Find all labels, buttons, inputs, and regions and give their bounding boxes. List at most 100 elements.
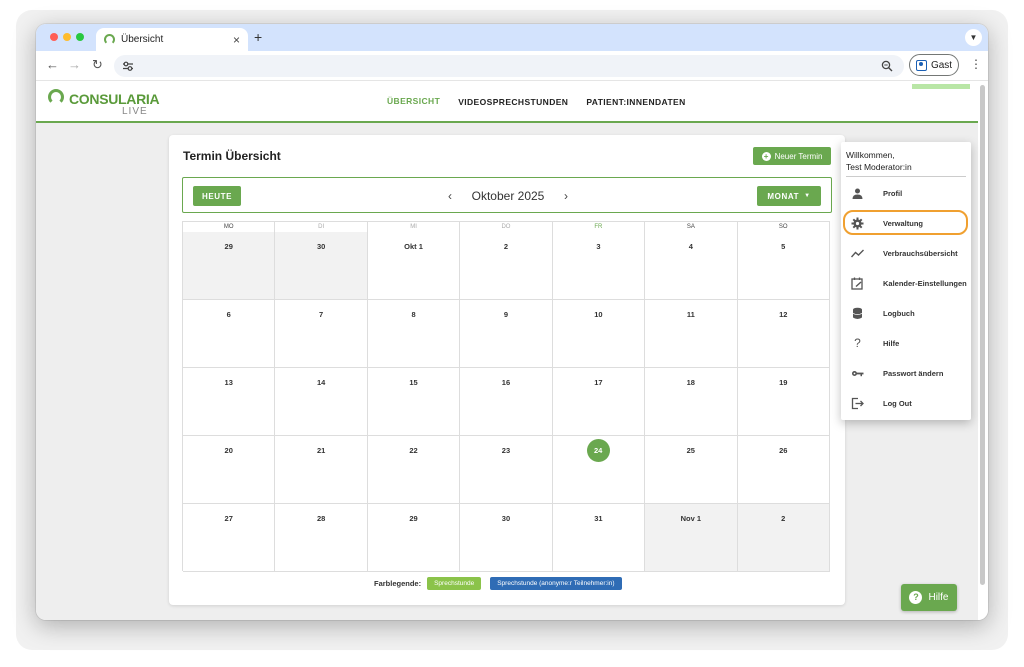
menu-item-profil[interactable]: Profil: [841, 178, 971, 208]
calendar-day-cell[interactable]: 18: [645, 368, 738, 436]
menu-item-logbuch[interactable]: Logbuch: [841, 298, 971, 328]
back-arrow-icon[interactable]: ←: [46, 57, 59, 72]
today-marker: 24: [586, 439, 610, 462]
key-icon: [852, 370, 864, 376]
calendar-day-cell[interactable]: 27: [183, 504, 276, 572]
calendar-day-cell-today[interactable]: 24: [552, 436, 646, 504]
view-select-label: MONAT: [767, 191, 800, 201]
user-menu-trigger[interactable]: [912, 84, 970, 89]
calendar-day-cell[interactable]: Nov 1: [645, 504, 738, 572]
menu-item-verwaltung[interactable]: Verwaltung: [841, 208, 971, 238]
calendar-day-cell[interactable]: 12: [737, 300, 830, 368]
legend-label: Farblegende:: [374, 579, 422, 588]
calendar-day-cell[interactable]: 29: [183, 232, 276, 300]
profile-label: Gast: [930, 59, 953, 71]
day-number: 2: [503, 242, 509, 251]
calendar-day-cell[interactable]: 4: [645, 232, 738, 300]
calendar-day-cell[interactable]: 19: [737, 368, 830, 436]
calendar-day-cell[interactable]: 9: [460, 300, 553, 368]
new-appointment-label: Neuer Termin: [774, 151, 823, 161]
page-title: Termin Übersicht: [183, 149, 281, 163]
today-button[interactable]: HEUTE: [193, 186, 241, 206]
calendar-day-cell[interactable]: 15: [367, 368, 461, 436]
calendar-day-cell[interactable]: 10: [552, 300, 646, 368]
calendar-day-cell[interactable]: 23: [460, 436, 553, 504]
calendar-day-cell[interactable]: 13: [183, 368, 276, 436]
month-navigation: ‹ Oktober 2025 ›: [448, 186, 568, 206]
menu-item-label: Passwort ändern: [883, 368, 944, 378]
menu-item-log-out[interactable]: Log Out: [841, 388, 971, 418]
calendar-day-cell[interactable]: 30: [275, 232, 368, 300]
menu-item-label: Profil: [883, 188, 903, 198]
welcome-text: Willkommen, Test Moderator:in: [846, 149, 912, 173]
calendar-day-cell[interactable]: 2: [737, 504, 830, 572]
day-number: 22: [409, 446, 418, 455]
browser-tab[interactable]: Übersicht ×: [96, 28, 248, 51]
next-month-icon[interactable]: ›: [564, 189, 568, 203]
weekday-header: MO DI MI DO FR SA SO: [183, 222, 830, 232]
consularia-logo[interactable]: CONSULARIA LIVE: [48, 87, 160, 119]
calendar-day-cell[interactable]: 16: [460, 368, 553, 436]
close-window-button[interactable]: [50, 33, 58, 41]
calendar-day-cell[interactable]: 26: [737, 436, 830, 504]
calendar-week: 13 14 15 16 17 18 19: [183, 368, 830, 436]
view-select-button[interactable]: MONAT ▼: [757, 186, 821, 206]
calendar-day-cell[interactable]: 17: [552, 368, 646, 436]
color-legend: Farblegende: Sprechstunde Sprechstunde (…: [374, 577, 622, 590]
calendar-day-cell[interactable]: 31: [552, 504, 646, 572]
reload-icon[interactable]: ↻: [92, 57, 103, 73]
calendar-day-cell[interactable]: 5: [737, 232, 830, 300]
menu-item-hilfe[interactable]: ? Hilfe: [841, 328, 971, 358]
calendar-day-cell[interactable]: 21: [275, 436, 368, 504]
tab-search-chevron-icon[interactable]: ▼: [965, 29, 982, 46]
calendar-day-cell[interactable]: 11: [645, 300, 738, 368]
forward-arrow-icon[interactable]: →: [68, 57, 81, 72]
calendar-day-cell[interactable]: 30: [460, 504, 553, 572]
nav-videosprechstunden[interactable]: VIDEOSPRECHSTUNDEN: [449, 81, 577, 123]
day-number: 12: [779, 310, 788, 319]
calendar-day-cell[interactable]: 20: [183, 436, 276, 504]
new-tab-button[interactable]: +: [254, 29, 262, 45]
minimize-window-button[interactable]: [63, 33, 71, 41]
calendar-week: 27 28 29 30 31 Nov 1 2: [183, 504, 830, 572]
calendar-day-cell[interactable]: 28: [275, 504, 368, 572]
browser-menu-icon[interactable]: ⋮: [970, 58, 982, 70]
menu-item-verbrauchsuebersicht[interactable]: Verbrauchsübersicht: [841, 238, 971, 268]
calendar-day-cell[interactable]: Okt 1: [367, 232, 461, 300]
profile-button[interactable]: Gast: [909, 54, 959, 76]
nav-uebersicht[interactable]: ÜBERSICHT: [378, 81, 450, 123]
previous-month-icon[interactable]: ‹: [448, 189, 452, 203]
new-appointment-button[interactable]: + Neuer Termin: [753, 147, 831, 165]
tab-close-icon[interactable]: ×: [233, 34, 240, 46]
menu-item-passwort-aendern[interactable]: Passwort ändern: [841, 358, 971, 388]
calendar-week: 6 7 8 9 10 11 12: [183, 300, 830, 368]
scrollbar-thumb[interactable]: [980, 85, 985, 585]
maximize-window-button[interactable]: [76, 33, 84, 41]
database-icon: [852, 307, 863, 319]
menu-item-label: Verbrauchsübersicht: [883, 248, 958, 258]
menu-item-kalender-einstellungen[interactable]: Kalender-Einstellungen: [841, 268, 971, 298]
day-number: 7: [319, 310, 324, 319]
calendar-day-cell[interactable]: 2: [460, 232, 553, 300]
day-number: 21: [316, 446, 326, 455]
address-bar[interactable]: [114, 55, 904, 77]
calendar-day-cell[interactable]: 14: [275, 368, 368, 436]
calendar-day-cell[interactable]: 25: [645, 436, 738, 504]
calendar-day-cell[interactable]: 3: [552, 232, 646, 300]
calendar-day-cell[interactable]: 6: [183, 300, 276, 368]
weekday-label: SO: [738, 222, 830, 232]
help-button[interactable]: ? Hilfe: [901, 584, 957, 611]
calendar-day-cell[interactable]: 29: [367, 504, 461, 572]
zoom-icon[interactable]: [881, 60, 893, 72]
calendar-day-cell[interactable]: 22: [367, 436, 461, 504]
nav-patientinnendaten[interactable]: PATIENT:INNENDATEN: [577, 81, 694, 123]
guest-profile-icon: [915, 59, 927, 71]
day-number: 25: [686, 446, 695, 455]
site-settings-icon[interactable]: [122, 60, 134, 72]
calendar-day-cell[interactable]: 8: [367, 300, 461, 368]
person-icon: [852, 188, 863, 199]
day-number: Nov 1: [680, 514, 702, 523]
calendar-day-cell[interactable]: 7: [275, 300, 368, 368]
page-content: CONSULARIA LIVE ÜBERSICHT VIDEOSPRECHSTU…: [36, 81, 988, 620]
day-number: 19: [779, 378, 788, 387]
